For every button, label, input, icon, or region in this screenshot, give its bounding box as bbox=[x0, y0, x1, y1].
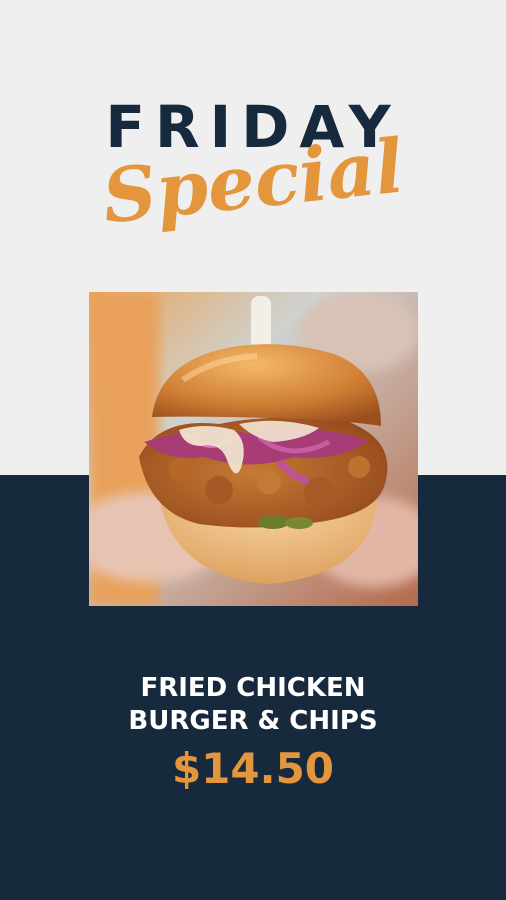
burger-photo bbox=[89, 292, 418, 606]
product-name: FRIED CHICKEN BURGER & CHIPS bbox=[128, 673, 378, 736]
product-price: $14.50 bbox=[171, 744, 335, 793]
